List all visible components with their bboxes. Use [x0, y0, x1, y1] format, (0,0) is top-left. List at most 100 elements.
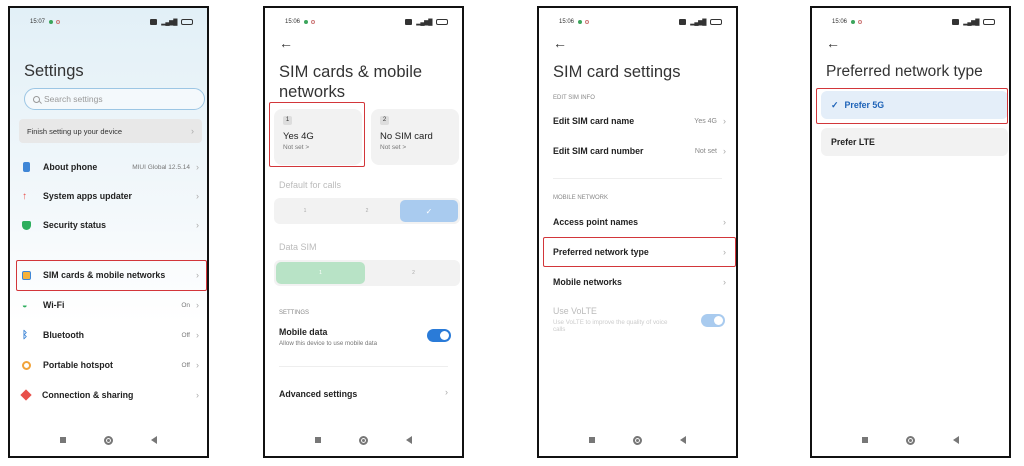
data-option-sim2[interactable]: 2 [369, 262, 458, 284]
settings-item-security-status[interactable]: Security status › [22, 216, 199, 234]
section-header-settings: SETTINGS [279, 310, 310, 316]
calls-option-sim2[interactable]: 2 [338, 200, 396, 222]
sim-status-icon [405, 19, 413, 25]
chevron-right-icon: › [196, 330, 199, 340]
sim-status-icon [150, 19, 158, 25]
back-button[interactable] [680, 436, 686, 444]
wifi-icon: ◒ [22, 299, 28, 310]
search-placeholder: Search settings [44, 94, 103, 104]
recents-button[interactable] [589, 437, 595, 443]
home-button[interactable] [359, 435, 368, 445]
option-prefer-lte[interactable]: Prefer LTE [821, 128, 1008, 156]
sim-status-icon [679, 19, 687, 25]
chevron-right-icon: › [196, 220, 199, 230]
back-arrow-icon[interactable]: ← [279, 36, 293, 50]
settings-screen: 15:07 ▂▄▆█ Settings Search settings Fini… [8, 6, 209, 458]
item-label: Mobile networks [553, 277, 622, 287]
data-sim-selector[interactable]: 1 2 [274, 260, 460, 286]
default-calls-selector[interactable]: 1 2 ✓ [274, 198, 460, 224]
data-option-sim1[interactable]: 1 [276, 262, 365, 284]
page-title: Settings [24, 62, 84, 80]
back-button[interactable] [406, 436, 412, 444]
highlight-box [16, 260, 207, 291]
calls-option-ask[interactable]: ✓ [400, 200, 458, 222]
chevron-right-icon: › [196, 191, 199, 201]
sim-card-2[interactable]: 2 No SIM card Not set > [371, 109, 459, 165]
status-bar: 15:06 ▂▄▆█ [559, 17, 722, 27]
home-button[interactable] [906, 435, 915, 445]
edit-sim-number-item[interactable]: Edit SIM card number Not set › [553, 143, 726, 159]
volte-description-line: calls [553, 326, 566, 333]
settings-item-label: System apps updater [43, 191, 132, 201]
battery-icon [181, 19, 193, 25]
mobile-data-toggle[interactable] [427, 329, 451, 342]
settings-item-wifi[interactable]: ◒ Wi-Fi On › [22, 296, 199, 314]
arrow-up-icon: ↑ [22, 190, 27, 202]
mobile-data-description: Allow this device to use mobile data [279, 340, 378, 347]
settings-item-value: Off [181, 331, 190, 339]
item-value: Not set [694, 147, 717, 155]
highlight-box [816, 88, 1008, 124]
sim-cards-screen: 15:06 ▂▄▆█ ← SIM cards & mobile networks… [263, 6, 464, 458]
notification-icon [311, 20, 316, 24]
chevron-right-icon: › [723, 116, 726, 126]
preferred-network-type-screen: 15:06 ▂▄▆█ ← Preferred network type ✓ Pr… [810, 6, 1011, 458]
search-input[interactable]: Search settings [24, 88, 205, 110]
battery-icon [983, 19, 995, 25]
settings-item-label: About phone [43, 162, 98, 172]
status-time: 15:06 [285, 19, 301, 25]
recents-button[interactable] [315, 437, 321, 443]
hotspot-icon [22, 360, 31, 370]
access-point-names-item[interactable]: Access point names › [553, 214, 726, 230]
advanced-settings-item[interactable]: Advanced settings [279, 389, 357, 399]
settings-item-bluetooth[interactable]: ᛒ Bluetooth Off › [22, 326, 199, 344]
chevron-right-icon: › [445, 387, 448, 397]
home-button[interactable] [104, 435, 113, 445]
navigation-bar [812, 434, 1009, 446]
navigation-bar [10, 434, 207, 446]
battery-icon [710, 19, 722, 25]
chevron-right-icon: › [196, 390, 199, 400]
sim-status: Not set > [380, 144, 407, 151]
item-label: Access point names [553, 217, 639, 227]
back-button[interactable] [953, 436, 959, 444]
signal-icon: ▂▄▆█ [416, 19, 432, 26]
item-value: Yes 4G [694, 117, 717, 125]
settings-item-about-phone[interactable]: About phone MIUI Global 12.5.14 › [22, 158, 199, 176]
settings-item-system-apps-updater[interactable]: ↑ System apps updater › [22, 187, 199, 205]
settings-item-label: Security status [43, 220, 107, 230]
recents-button[interactable] [862, 437, 868, 443]
volte-toggle[interactable] [701, 314, 725, 327]
settings-item-connection-sharing[interactable]: Connection & sharing › [20, 386, 199, 404]
sim-slot-number: 2 [380, 116, 389, 125]
share-icon [20, 389, 32, 401]
settings-item-portable-hotspot[interactable]: Portable hotspot Off › [22, 356, 199, 374]
settings-item-value: On [181, 301, 190, 309]
sim-name: No SIM card [380, 131, 433, 142]
home-button[interactable] [633, 435, 642, 445]
mobile-networks-item[interactable]: Mobile networks › [553, 274, 726, 290]
chevron-right-icon: › [196, 162, 199, 172]
notification-icon [56, 20, 61, 24]
page-title-line: networks [279, 83, 346, 101]
settings-item-label: Portable hotspot [43, 360, 113, 370]
page-title: SIM cards & mobile networks [279, 62, 422, 102]
calls-option-sim1[interactable]: 1 [276, 200, 334, 222]
volte-description-line: Use VoLTE to improve the quality of voic… [553, 319, 668, 326]
back-button[interactable] [151, 436, 157, 444]
item-label: Edit SIM card number [553, 146, 644, 156]
notification-icon [858, 20, 863, 24]
back-arrow-icon[interactable]: ← [826, 36, 840, 50]
status-time: 15:06 [559, 19, 575, 25]
back-arrow-icon[interactable]: ← [553, 36, 567, 50]
status-time: 15:06 [832, 19, 848, 25]
recents-button[interactable] [60, 437, 66, 443]
search-icon [33, 95, 40, 103]
sim-status-icon [952, 19, 960, 25]
finish-setup-label: Finish setting up your device [27, 126, 123, 136]
notification-icon [585, 20, 590, 24]
chevron-right-icon: › [723, 217, 726, 227]
finish-setup-banner[interactable]: Finish setting up your device › [19, 119, 202, 143]
edit-sim-name-item[interactable]: Edit SIM card name Yes 4G › [553, 113, 726, 129]
divider [553, 178, 722, 179]
